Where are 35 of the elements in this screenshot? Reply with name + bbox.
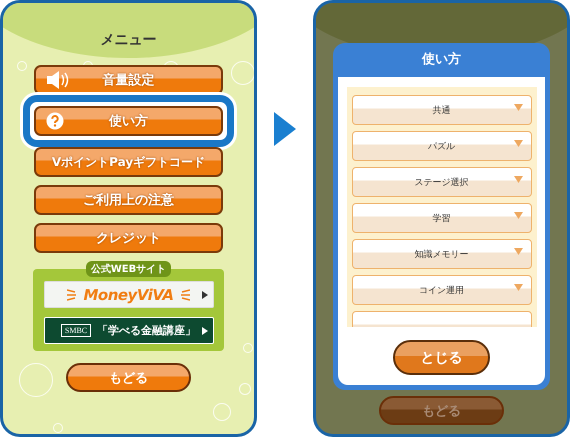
accordion-item[interactable]: 知識メモリー [352, 239, 532, 269]
help-icon [46, 112, 64, 130]
smbc-course-banner[interactable]: SMBC 「学べる金融講座」 [44, 317, 214, 344]
bubble-decoration [19, 363, 53, 397]
bubble-decoration [239, 383, 251, 395]
accordion-item[interactable]: 学習 [352, 203, 532, 233]
accordion-item[interactable]: 共通 [352, 95, 532, 125]
bubble-decoration [17, 61, 27, 71]
menu-button[interactable]: クレジット [34, 223, 223, 253]
accordion-item[interactable]: ステージ選択 [352, 167, 532, 197]
bubble-decoration [213, 403, 231, 421]
menu-button[interactable]: 使い方 [34, 106, 223, 136]
arrow-icon [274, 112, 296, 146]
bubble-decoration [231, 61, 254, 85]
panel-label: 公式WEBサイト [86, 261, 172, 277]
smbc-logo: SMBC [60, 324, 92, 337]
play-icon [202, 326, 208, 334]
bubble-decoration [243, 343, 253, 353]
money-viva-banner[interactable]: MoneyViVA [44, 281, 214, 308]
back-button[interactable]: もどる [66, 363, 191, 392]
sunburst-icon [67, 288, 78, 302]
dialog-title: 使い方 [422, 50, 461, 69]
menu-button[interactable]: 音量設定 [34, 65, 223, 95]
accordion-item[interactable]: パズル [352, 131, 532, 161]
back-button[interactable]: もどる [379, 396, 504, 425]
menu-button[interactable]: VポイントPayギフトコード [34, 147, 223, 177]
money-viva-logo: MoneyViVA [83, 286, 174, 304]
menu-button[interactable]: ご利用上の注意 [34, 185, 223, 215]
bubble-decoration [53, 423, 63, 433]
accordion-item[interactable]: コイン運用 [352, 275, 532, 305]
sunburst-icon [180, 288, 190, 302]
play-icon [202, 290, 208, 298]
banner-text: 「学べる金融講座」 [97, 323, 196, 338]
screen-title: メニュー [100, 31, 156, 50]
close-button[interactable]: とじる [393, 340, 490, 375]
